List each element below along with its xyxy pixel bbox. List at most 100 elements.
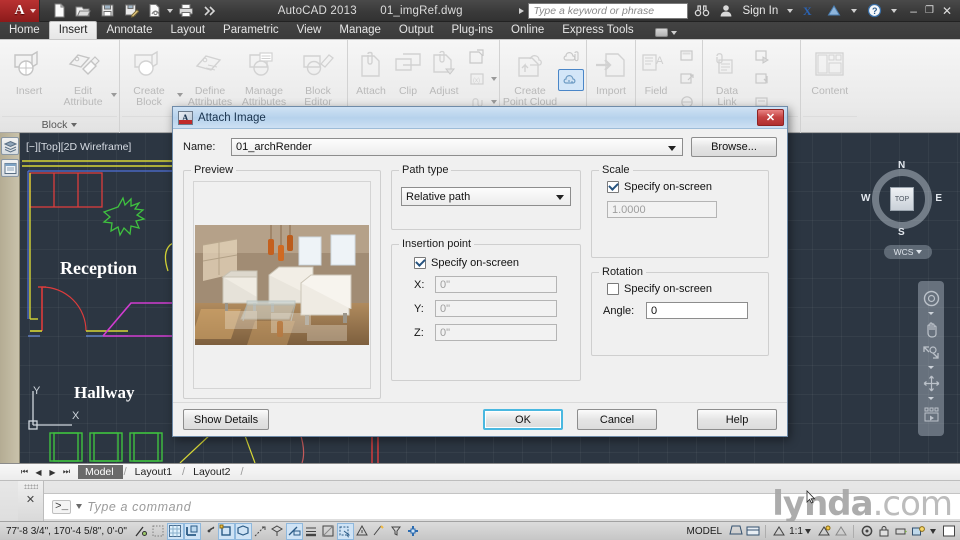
ribbon-tab-insert[interactable]: Insert (48, 21, 98, 39)
external-references-icon[interactable] (464, 45, 490, 67)
ribbon-tab-online[interactable]: Online (502, 22, 553, 39)
chevron-down-icon[interactable] (76, 504, 83, 509)
view-cube-south-label[interactable]: S (898, 227, 905, 238)
insert-block-button[interactable]: Insert (2, 43, 56, 97)
layout-nav-next-button[interactable]: ▶ (46, 465, 59, 479)
layout-tab-layout2[interactable]: Layout2 (186, 465, 239, 479)
create-block-button[interactable]: Create Block (122, 43, 176, 108)
chevron-down-icon[interactable] (928, 312, 934, 315)
show-motion-icon[interactable] (921, 405, 941, 423)
chevron-down-icon[interactable] (491, 100, 497, 104)
attach-image-dialog[interactable]: A Attach Image ✕ Name: 01_archRender Bro… (172, 106, 816, 504)
scale-specify-on-screen-checkbox[interactable]: Specify on-screen (607, 181, 759, 193)
sheet-set-manager-icon[interactable] (1, 137, 19, 155)
browse-button[interactable]: Browse... (691, 137, 777, 157)
insertion-z-field[interactable]: 0" (435, 324, 557, 341)
insertion-specify-on-screen-checkbox[interactable]: Specify on-screen (414, 257, 571, 269)
dialog-close-button[interactable]: ✕ (757, 109, 784, 126)
autodesk-360-chevron-down-icon[interactable] (851, 8, 858, 13)
chevron-down-icon[interactable] (30, 8, 36, 13)
chevron-down-icon[interactable] (928, 397, 934, 400)
layout-tab-layout1[interactable]: Layout1 (128, 465, 181, 479)
viewport-icon[interactable] (744, 523, 761, 540)
annotation-visibility-icon[interactable] (815, 523, 832, 540)
help-chevron-down-icon[interactable] (891, 8, 898, 13)
hardware-acceleration-icon[interactable] (892, 523, 909, 540)
open-file-icon[interactable] (72, 1, 94, 21)
properties-palette-icon[interactable] (1, 159, 19, 177)
clean-screen-icon[interactable] (940, 523, 957, 540)
status-bar-menu-icon[interactable] (930, 528, 936, 534)
ribbon-panel-content-title[interactable]: Content (802, 116, 857, 133)
selection-filter-icon[interactable] (388, 523, 405, 540)
navigation-bar[interactable] (918, 281, 944, 436)
view-cube-west-label[interactable]: W (861, 193, 870, 204)
search-expand-icon[interactable] (519, 7, 525, 14)
plot-preview-dropdown-icon[interactable] (167, 8, 173, 13)
insertion-y-field[interactable]: 0" (435, 300, 557, 317)
gizmo-icon[interactable] (405, 523, 422, 540)
edit-attribute-chevron-down-icon[interactable] (111, 93, 117, 97)
ok-button[interactable]: OK (483, 409, 563, 430)
data-link-update-icon[interactable] (749, 45, 775, 67)
3d-object-snap-icon[interactable] (234, 522, 252, 540)
download-from-source-icon[interactable] (749, 68, 775, 90)
new-file-icon[interactable] (48, 1, 70, 21)
auto-scale-icon[interactable] (832, 523, 849, 540)
insertion-x-field[interactable]: 0" (435, 276, 557, 293)
selection-cycling-icon[interactable] (336, 522, 354, 540)
workspace-switching-icon[interactable] (858, 523, 875, 540)
layout-tab-model[interactable]: Model (78, 465, 123, 479)
autodesk-360-icon[interactable] (824, 2, 844, 20)
sign-in-chevron-down-icon[interactable] (787, 8, 794, 13)
dialog-title-bar[interactable]: A Attach Image ✕ (173, 107, 787, 129)
ole-object-icon[interactable] (674, 45, 700, 67)
chevron-down-icon[interactable] (916, 250, 923, 254)
ribbon-tab-parametric[interactable]: Parametric (214, 22, 288, 39)
view-cube-east-label[interactable]: E (935, 193, 942, 204)
layout-nav-prev-button[interactable]: ◀ (32, 465, 45, 479)
save-as-icon[interactable] (120, 1, 142, 21)
coordinates-readout[interactable]: 77'-8 3/4", 170'-4 5/8", 0'-0" (0, 526, 133, 537)
quick-access-overflow-icon[interactable] (199, 1, 221, 21)
attach-reference-button[interactable]: Attach (350, 43, 392, 97)
model-space-icon[interactable] (727, 523, 744, 540)
ribbon-tab-home[interactable]: Home (0, 22, 49, 39)
underlay-layers-icon[interactable]: (x) (464, 68, 490, 90)
dynamic-ucs-icon[interactable] (269, 523, 286, 540)
command-prompt-icon[interactable]: >_ (52, 499, 72, 514)
edit-attribute-button[interactable]: Edit Attribute (56, 43, 110, 108)
object-snap-tracking-icon[interactable] (252, 523, 269, 540)
snap-mode-icon[interactable] (150, 523, 167, 540)
orbit-icon[interactable] (921, 374, 941, 392)
wcs-dropdown[interactable]: WCS (884, 245, 932, 259)
chevron-down-icon[interactable] (805, 528, 811, 534)
grid-display-icon[interactable] (166, 522, 184, 540)
autodesk-exchange-icon[interactable]: X (800, 2, 820, 20)
polar-tracking-icon[interactable] (201, 523, 218, 540)
field-button[interactable]: A Field (638, 43, 674, 97)
sign-in-button[interactable]: Sign In (740, 5, 780, 17)
data-link-button[interactable]: Data Link (705, 43, 749, 108)
command-line-grip[interactable]: ✕ (18, 481, 44, 521)
command-input[interactable]: >_ Type a command (44, 493, 960, 519)
path-type-combobox[interactable]: Relative path (401, 187, 571, 206)
view-cube-top-face[interactable]: TOP (890, 187, 914, 211)
ribbon-tab-output[interactable]: Output (390, 22, 443, 39)
annotation-scale-value[interactable]: 1:1 (787, 526, 805, 537)
help-question-icon[interactable]: ? (864, 2, 884, 20)
layout-nav-first-button[interactable]: ⏮ (18, 465, 31, 479)
define-attributes-button[interactable]: Define Attributes (183, 43, 237, 108)
annotation-scale-icon[interactable] (770, 523, 787, 540)
checkbox-icon[interactable] (607, 283, 619, 295)
transparency-icon[interactable] (320, 523, 337, 540)
chevron-down-icon[interactable] (928, 366, 934, 369)
show-details-button[interactable]: Show Details (183, 409, 269, 430)
clip-button[interactable]: Clip (392, 43, 424, 97)
isolate-objects-icon[interactable] (909, 523, 926, 540)
attach-point-cloud-icon[interactable] (558, 46, 584, 68)
cancel-button[interactable]: Cancel (577, 409, 657, 430)
dynamic-input-icon[interactable] (285, 522, 303, 540)
lineweight-icon[interactable] (303, 523, 320, 540)
chevron-down-icon[interactable] (556, 195, 564, 200)
